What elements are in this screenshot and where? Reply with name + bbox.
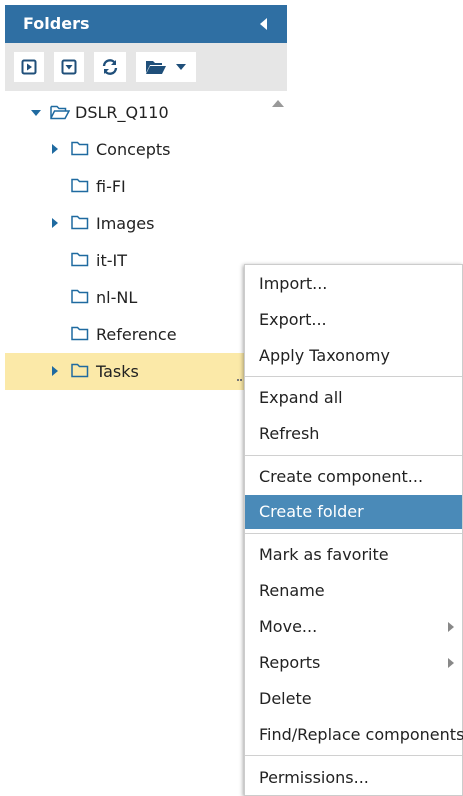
scroll-up-arrow-icon[interactable] (272, 100, 284, 107)
collapsed-arrow-icon[interactable] (52, 366, 58, 376)
folder-open-icon (50, 105, 70, 120)
menu-item-export[interactable]: Export... (245, 303, 462, 337)
menu-item-label: Find/Replace components (259, 725, 463, 744)
tree-item-label: nl-NL (96, 288, 138, 307)
menu-item-label: Export... (259, 310, 327, 329)
caret-down-icon (176, 64, 186, 70)
menu-separator (245, 455, 462, 456)
menu-item-label: Apply Taxonomy (259, 346, 390, 365)
tree-item-label: Concepts (96, 140, 171, 159)
context-menu: Import... Export... Apply Taxonomy Expan… (244, 264, 463, 796)
refresh-button[interactable] (94, 52, 126, 82)
menu-item-label: Refresh (259, 424, 320, 443)
menu-item-create-component[interactable]: Create component... (245, 460, 462, 494)
tree-item-label: Reference (96, 325, 177, 344)
menu-item-label: Permissions... (259, 768, 369, 787)
menu-separator (245, 533, 462, 534)
menu-item-label: Move... (259, 617, 318, 636)
menu-item-find-replace[interactable]: Find/Replace components (245, 718, 463, 752)
menu-item-label: Mark as favorite (259, 545, 389, 564)
menu-item-label: Expand all (259, 388, 343, 407)
collapse-panel-icon[interactable] (260, 18, 267, 30)
folder-icon (71, 326, 89, 341)
menu-item-label: Rename (259, 581, 325, 600)
panel-title: Folders (23, 14, 90, 33)
folder-menu-button[interactable] (136, 52, 196, 82)
submenu-arrow-icon (448, 658, 454, 668)
tree-item-it-it[interactable]: it-IT (5, 242, 245, 279)
menu-item-delete[interactable]: Delete (245, 682, 462, 716)
menu-item-reports[interactable]: Reports (245, 646, 462, 680)
menu-item-refresh[interactable]: Refresh (245, 417, 462, 451)
tree-item-concepts[interactable]: Concepts (5, 131, 245, 168)
tree-item-nl-nl[interactable]: nl-NL (5, 279, 245, 316)
menu-item-label: Import... (259, 274, 328, 293)
refresh-icon (102, 59, 118, 75)
menu-item-expand-all[interactable]: Expand all (245, 381, 462, 415)
tree-item-label: Tasks (96, 362, 139, 381)
collapse-button[interactable] (54, 52, 84, 82)
submenu-arrow-icon (448, 622, 454, 632)
folder-icon (71, 178, 89, 193)
menu-item-label: Reports (259, 653, 321, 672)
menu-item-create-folder[interactable]: Create folder (245, 495, 462, 529)
menu-item-import[interactable]: Import... (245, 267, 462, 301)
folder-icon (71, 215, 89, 230)
tree-item-reference[interactable]: Reference (5, 316, 245, 353)
tree-item-label: fi-FI (96, 177, 126, 196)
menu-separator (245, 376, 462, 377)
expanded-arrow-icon[interactable] (31, 110, 41, 116)
folder-icon (71, 141, 89, 156)
menu-item-permissions[interactable]: Permissions... (245, 761, 462, 795)
tree-item-images[interactable]: Images (5, 205, 245, 242)
expand-button[interactable] (14, 52, 44, 82)
menu-separator (245, 755, 462, 756)
tree-item-label: Images (96, 214, 155, 233)
folder-icon (71, 289, 89, 304)
menu-item-move[interactable]: Move... (245, 610, 462, 644)
menu-item-mark-as-favorite[interactable]: Mark as favorite (245, 538, 462, 572)
tree-item-fi-fi[interactable]: fi-FI (5, 168, 245, 205)
caret-square-down-icon (61, 59, 77, 75)
menu-item-label: Create folder (259, 502, 364, 521)
tree-root-label: DSLR_Q110 (75, 103, 169, 122)
menu-item-rename[interactable]: Rename (245, 574, 462, 608)
tree-root[interactable]: DSLR_Q110 (5, 94, 245, 131)
folder-open-icon (146, 61, 166, 74)
tree-item-label: it-IT (96, 251, 127, 270)
menu-item-label: Create component... (259, 467, 424, 486)
play-square-icon (21, 59, 37, 75)
folder-icon (71, 252, 89, 267)
menu-item-label: Delete (259, 689, 312, 708)
folder-icon (71, 363, 89, 378)
collapsed-arrow-icon[interactable] (52, 218, 58, 228)
collapsed-arrow-icon[interactable] (52, 144, 58, 154)
menu-item-apply-taxonomy[interactable]: Apply Taxonomy (245, 339, 462, 373)
panel-header: Folders (5, 5, 287, 43)
toolbar (5, 43, 287, 91)
